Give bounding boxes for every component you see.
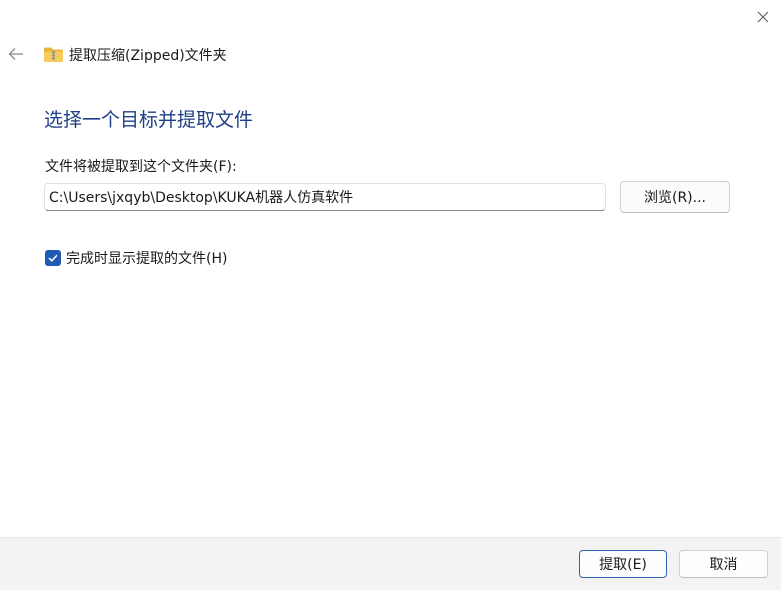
extract-button[interactable]: 提取(E) [579,550,667,578]
extract-dialog: 提取压缩(Zipped)文件夹 选择一个目标并提取文件 文件将被提取到这个文件夹… [0,0,781,590]
window-title: 提取压缩(Zipped)文件夹 [69,48,227,64]
page-title: 选择一个目标并提取文件 [44,109,254,131]
extract-button-label: 提取(E) [599,557,647,573]
destination-label: 文件将被提取到这个文件夹(F): [45,159,237,175]
back-arrow-icon [8,48,23,60]
close-icon [757,11,768,23]
dialog-header: 提取压缩(Zipped)文件夹 [0,40,700,72]
dialog-footer: 提取(E) 取消 [0,537,781,590]
show-extracted-files-option[interactable]: 完成时显示提取的文件(H) [45,248,227,268]
checkmark-icon [48,254,58,262]
browse-button-label: 浏览(R)... [643,190,706,206]
show-extracted-files-label: 完成时显示提取的文件(H) [66,251,228,267]
show-extracted-files-checkbox[interactable] [45,250,61,266]
browse-button[interactable]: 浏览(R)... [620,181,730,213]
destination-path-input[interactable] [44,183,606,211]
cancel-button-label: 取消 [709,557,738,573]
zipped-folder-icon [44,47,63,62]
back-button[interactable] [4,42,28,66]
close-button[interactable] [744,0,781,34]
cancel-button[interactable]: 取消 [679,550,768,578]
